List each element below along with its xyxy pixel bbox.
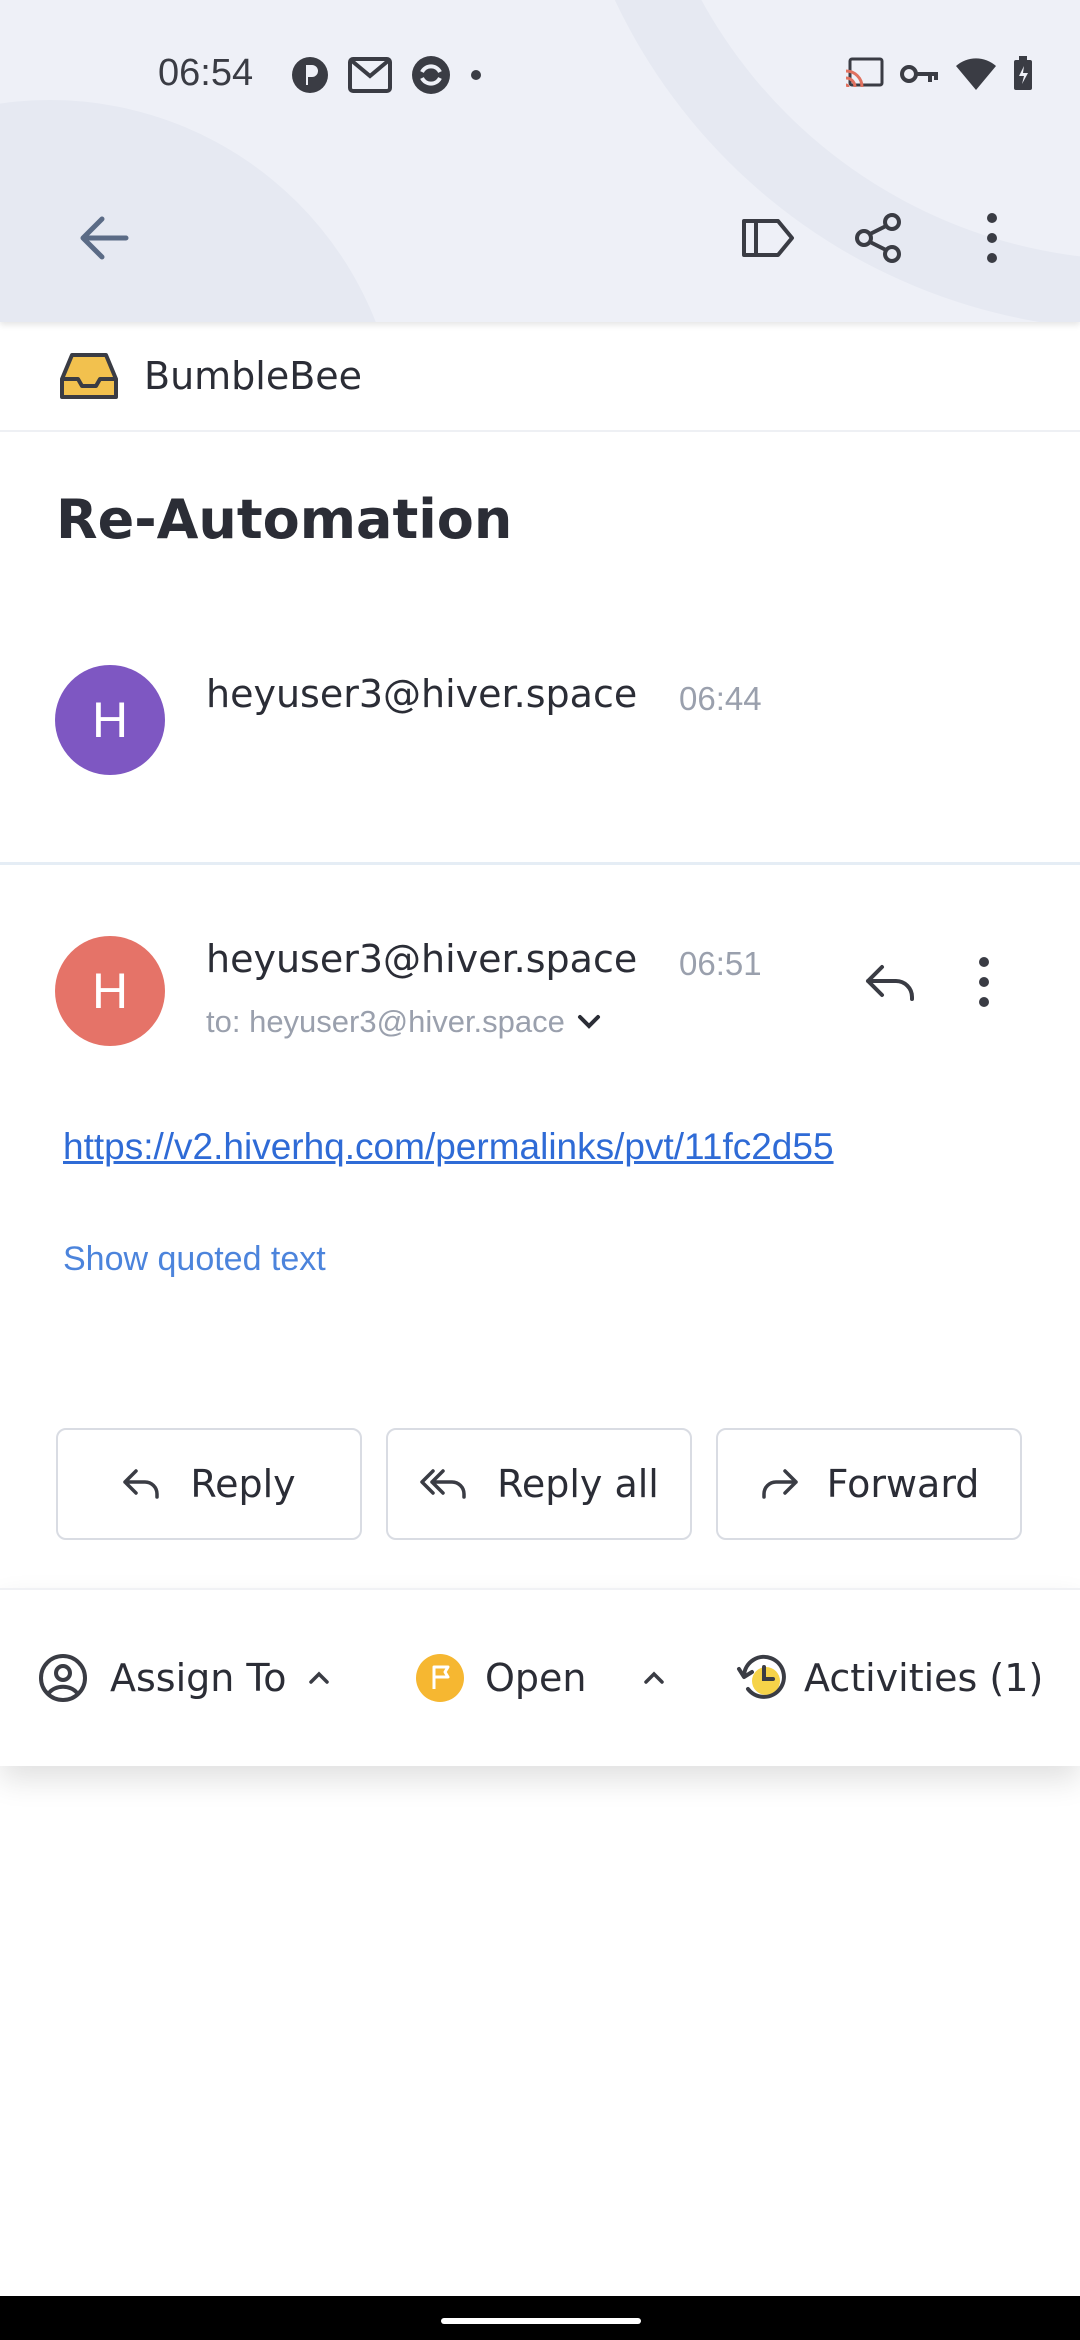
home-gesture-handle[interactable]	[441, 2318, 641, 2324]
reply-all-label: Reply all	[497, 1462, 659, 1506]
forward-icon	[761, 1469, 798, 1499]
reply-icon	[866, 965, 914, 1001]
label-button[interactable]	[736, 206, 800, 270]
conversation-subject: Re-Automation	[56, 488, 513, 551]
background-decoration	[0, 100, 400, 322]
share-icon	[855, 213, 901, 263]
recipients-toggle[interactable]: to: heyuser3@hiver.space	[206, 1004, 601, 1040]
battery-icon	[1014, 56, 1032, 90]
history-clock-icon	[737, 1654, 786, 1699]
message-time: 06:51	[679, 945, 762, 982]
wifi-icon	[956, 58, 996, 90]
top-app-bar: 06:54	[0, 0, 1080, 322]
chevron-down-icon	[577, 1015, 600, 1029]
assign-to-label: Assign To	[110, 1656, 287, 1700]
label-icon	[742, 219, 794, 257]
message-more-button[interactable]	[952, 950, 1016, 1014]
app-notification-icon	[292, 57, 328, 93]
chevron-up-icon	[643, 1671, 664, 1684]
share-button[interactable]	[846, 206, 910, 270]
reply-all-button[interactable]: Reply all	[386, 1428, 692, 1540]
forward-label: Forward	[826, 1462, 980, 1506]
recipients-line: to: heyuser3@hiver.space	[206, 1004, 565, 1039]
conversation-bottom-bar: Assign To Open Activities (1)	[0, 1588, 1080, 1766]
notification-icons	[290, 54, 482, 96]
message-divider	[0, 862, 1080, 865]
reply-all-icon	[420, 1469, 466, 1499]
more-options-button[interactable]	[960, 206, 1024, 270]
reply-button[interactable]: Reply	[56, 1428, 362, 1540]
reply-label: Reply	[190, 1462, 296, 1506]
status-button[interactable]: Open	[415, 1590, 665, 1766]
back-button[interactable]	[72, 206, 136, 270]
reply-icon-button[interactable]	[858, 950, 922, 1014]
user-circle-icon	[39, 1654, 87, 1702]
back-arrow-icon	[80, 216, 129, 260]
more-vert-icon	[987, 213, 997, 263]
status-time: 06:54	[158, 52, 254, 94]
cast-icon	[845, 57, 884, 88]
activities-label: Activities (1)	[804, 1656, 1044, 1700]
status-label: Open	[485, 1656, 587, 1700]
permalink-link[interactable]: https://v2.hiverhq.com/permalinks/pvt/11…	[63, 1126, 834, 1168]
avatar: H	[55, 665, 165, 775]
sync-icon	[412, 56, 450, 94]
vpn-key-icon	[900, 65, 938, 83]
inbox-name: BumbleBee	[144, 354, 363, 398]
avatar: H	[55, 936, 165, 1046]
message-time: 06:44	[679, 680, 762, 717]
forward-button[interactable]: Forward	[716, 1428, 1022, 1540]
sender-email: heyuser3@hiver.space	[206, 672, 638, 716]
sender-email: heyuser3@hiver.space	[206, 937, 638, 981]
flag-icon	[416, 1654, 464, 1702]
assign-to-button[interactable]: Assign To	[38, 1590, 330, 1766]
avatar-letter: H	[91, 692, 129, 748]
show-quoted-text[interactable]: Show quoted text	[63, 1240, 326, 1279]
reply-icon	[123, 1469, 160, 1499]
system-icons	[844, 56, 1034, 92]
chevron-up-icon	[309, 1671, 330, 1684]
more-vert-icon	[979, 957, 989, 1007]
dot-icon	[471, 70, 481, 80]
inbox-indicator: BumbleBee	[0, 322, 1080, 432]
activities-button[interactable]: Activities (1)	[736, 1590, 1043, 1766]
gmail-icon	[348, 57, 392, 93]
avatar-letter: H	[91, 963, 129, 1019]
inbox-tray-icon	[60, 353, 118, 399]
